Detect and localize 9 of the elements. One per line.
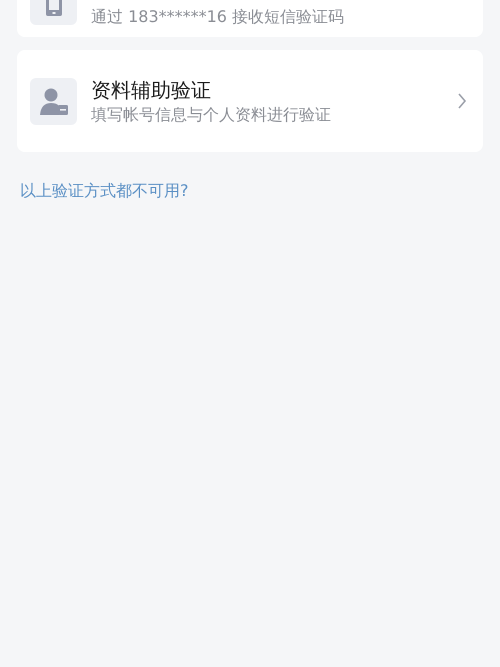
method-description: 填写帐号信息与个人资料进行验证 (91, 104, 332, 126)
method-card[interactable]: 通过 183******16 接收短信验证码 (17, 0, 483, 37)
method-title: 资料辅助验证 (91, 77, 212, 104)
method-description: 通过 183******16 接收短信验证码 (91, 6, 346, 28)
method-card[interactable]: 资料辅助验证 填写帐号信息与个人资料进行验证 (17, 50, 483, 152)
phone-icon (44, 0, 64, 16)
unavailable-link[interactable]: 以上验证方式都不可用? (20, 181, 188, 202)
chevron-right-icon (457, 93, 467, 109)
user-card-icon (38, 87, 68, 115)
